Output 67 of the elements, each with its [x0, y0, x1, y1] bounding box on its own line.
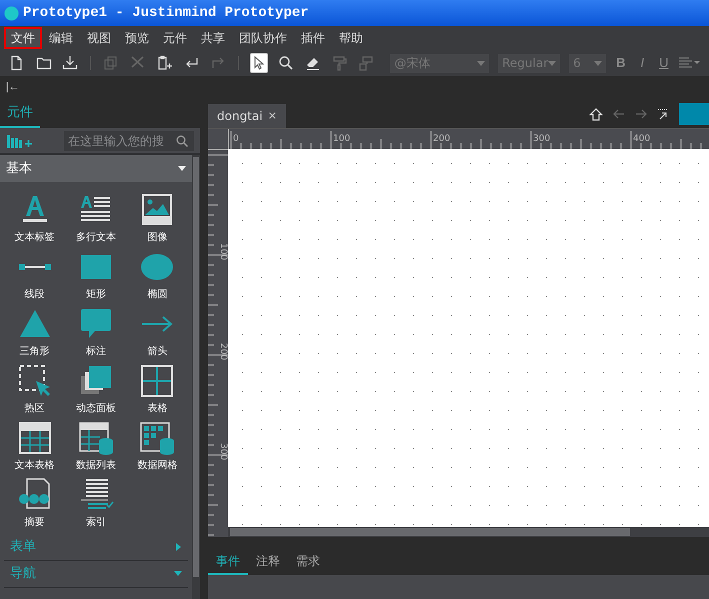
bold-button[interactable]: B	[614, 53, 628, 73]
section-header[interactable]: 表单	[4, 534, 188, 561]
menu-item[interactable]: 插件	[294, 27, 332, 49]
ruler-label: 0	[233, 135, 239, 144]
forward-arrow-icon[interactable]	[635, 109, 647, 119]
pointer-icon[interactable]	[250, 53, 268, 73]
home-icon[interactable]	[589, 108, 603, 120]
component-label: 文本表格	[14, 461, 55, 471]
caret-icon	[594, 60, 602, 66]
collapse-button[interactable]: |←	[4, 80, 18, 96]
component-label: 三角形	[20, 347, 50, 357]
ruler-label: 100	[218, 243, 227, 260]
component-label: 图像	[147, 233, 168, 243]
component-label: 动态面板	[76, 404, 116, 414]
table-grid-icon[interactable]	[139, 363, 176, 399]
document-tab[interactable]: dongtai ×	[208, 104, 286, 128]
component-label: 文本标签	[14, 233, 55, 243]
data-list-icon[interactable]	[78, 420, 114, 456]
menu-item[interactable]: 编辑	[42, 27, 80, 49]
window-title: Prototype1 - Justinmind Prototyper	[23, 4, 309, 22]
component-label: 表格	[147, 404, 168, 414]
app-logo-icon	[4, 6, 19, 20]
ruler-label: 100	[333, 135, 350, 144]
component-label: 索引	[86, 518, 106, 528]
menu-item[interactable]: 元件	[156, 27, 194, 49]
scrollbar-thumb[interactable]	[193, 157, 199, 577]
caret-icon	[548, 60, 556, 66]
menu-item[interactable]: 文件	[4, 27, 42, 49]
component-label: 热区	[24, 404, 45, 414]
text-table-icon[interactable]	[16, 420, 53, 456]
component-label: 线段	[24, 290, 45, 300]
search-field[interactable]: 在这里输入您的搜	[64, 130, 194, 150]
component-label: 数据列表	[76, 461, 116, 471]
align-dropdown[interactable]	[678, 57, 701, 69]
menu-item[interactable]: 视图	[80, 27, 118, 49]
component-label: 矩形	[86, 290, 106, 300]
ruler-label: 200	[433, 135, 450, 144]
component-label: 椭圆	[147, 290, 168, 300]
component-label: 箭头	[147, 347, 168, 357]
hotspot-icon[interactable]	[16, 363, 53, 399]
component-label: 摘要	[24, 518, 45, 528]
component-label: 多行文本	[76, 233, 116, 243]
ruler-label: 300	[218, 443, 227, 460]
horizontal-scrollbar[interactable]	[230, 528, 630, 536]
ruler-label: 200	[218, 343, 227, 360]
data-grid-icon[interactable]	[139, 420, 176, 456]
menu-item[interactable]: 共享	[194, 27, 232, 49]
ruler-label: 400	[633, 135, 650, 144]
menu-item[interactable]: 预览	[118, 27, 156, 49]
search-icon	[176, 134, 188, 146]
italic-button[interactable]: I	[636, 53, 649, 73]
panel-tab[interactable]: 需求	[288, 549, 328, 575]
section-header[interactable]: 导航	[4, 561, 188, 588]
ruler-label: 300	[533, 135, 550, 144]
back-arrow-icon[interactable]	[613, 109, 625, 119]
underline-button[interactable]: U	[658, 53, 670, 73]
menu-item[interactable]: 团队协作	[232, 27, 294, 49]
component-label: 标注	[86, 347, 106, 357]
caret-icon	[477, 60, 486, 66]
library-add-icon[interactable]	[6, 132, 34, 148]
panel-tab[interactable]: 注释	[248, 549, 288, 575]
section-header[interactable]: 基本	[0, 155, 192, 182]
expand-icon[interactable]	[657, 108, 669, 120]
panel-tab[interactable]: 元件	[0, 100, 40, 128]
close-button[interactable]: ×	[268, 108, 277, 124]
menu-item[interactable]: 帮助	[332, 27, 370, 49]
component-label: 数据网格	[137, 461, 178, 471]
